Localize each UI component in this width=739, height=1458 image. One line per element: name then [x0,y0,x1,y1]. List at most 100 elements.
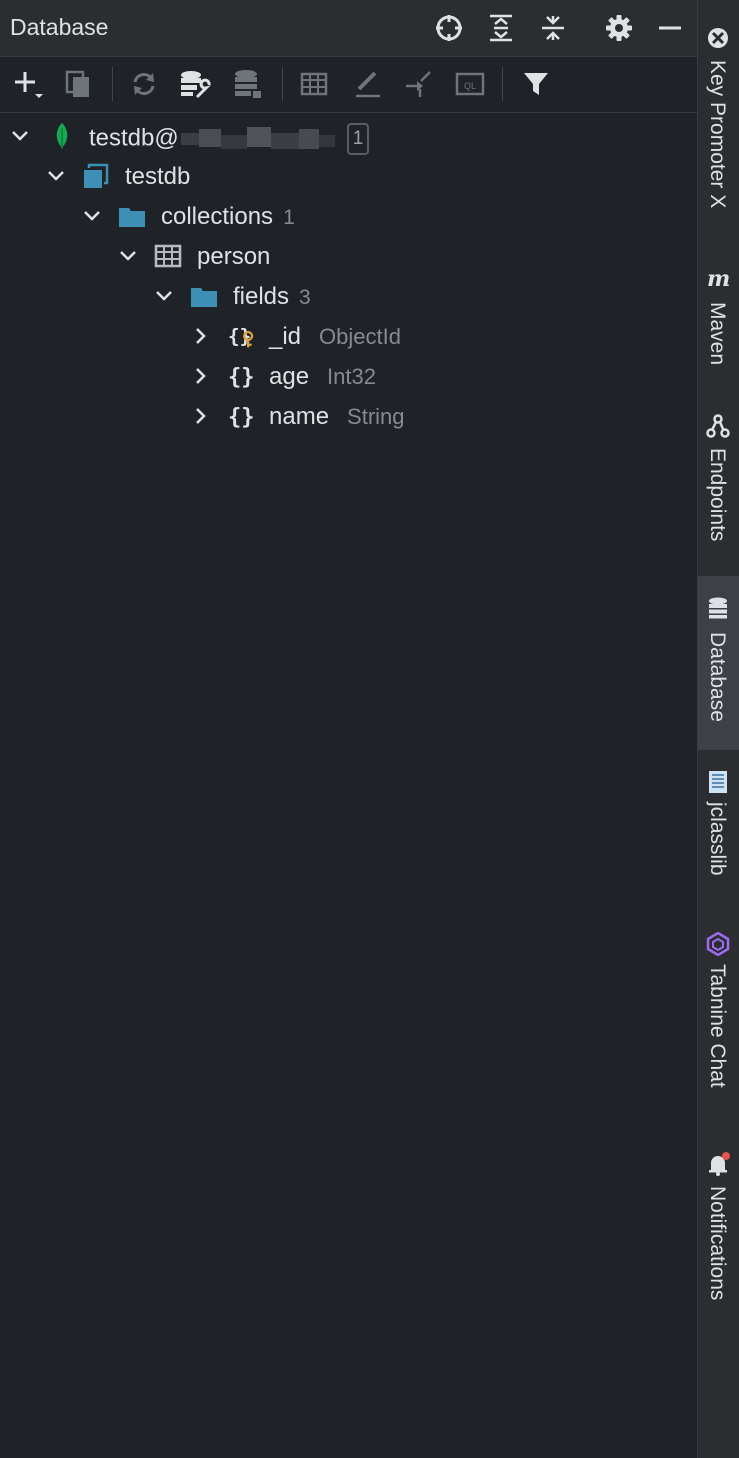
database-schema-icon [84,163,109,188]
settings-button[interactable] [602,11,636,45]
field-type: Int32 [327,364,376,389]
jump-button[interactable] [400,66,436,102]
expand-all-icon [490,14,512,42]
tab-tabnine-chat[interactable]: Tabnine Chat [698,922,739,1122]
database-label: testdb [125,163,191,190]
tab-label: Endpoints [706,448,729,542]
field-name: name [269,403,330,430]
table-button[interactable] [296,66,332,102]
locate-button[interactable] [432,11,466,45]
data-source-properties-button[interactable] [176,66,212,102]
minimize-icon [659,26,681,30]
svg-text:{}: {} [228,405,255,430]
filter-button[interactable] [518,66,554,102]
collapse-all-button[interactable] [536,11,570,45]
tab-label: Database [706,632,729,722]
tree-node-field[interactable]: {} age Int32 [0,356,697,396]
tab-label: Tabnine Chat [706,964,729,1088]
tree-node-datasource[interactable]: testdb@ 1 [0,116,697,156]
fields-label: fields [233,283,290,310]
database-icon [235,70,261,98]
filter-icon [524,73,548,95]
database-tool-window: Database QL testdb@ 1 testdb collections… [0,0,697,1458]
key-promoter-icon [708,28,728,48]
tab-notifications[interactable]: Notifications [698,1144,739,1344]
locate-icon [436,15,462,41]
tab-label: jclasslib [706,802,729,876]
tab-label: Maven [706,302,729,366]
collections-label: collections [161,203,274,230]
tree-node-collections[interactable]: collections 1 [0,196,697,236]
right-tool-strip: Key Promoter X m Maven Endpoints Databas… [698,0,739,1458]
mongodb-leaf-icon [56,123,68,149]
chevron-right-icon[interactable] [190,406,210,426]
tab-endpoints[interactable]: Endpoints [698,402,739,562]
redacted-host [180,127,335,149]
tab-maven[interactable]: m Maven [698,258,739,388]
add-button[interactable] [10,66,46,102]
table-label: person [197,243,271,270]
database-toolbar: QL [0,57,697,113]
toolbar-separator [282,67,283,101]
toolbar-separator [502,67,503,101]
chevron-down-icon[interactable] [154,286,174,306]
datasource-label: testdb@ [89,124,179,152]
gear-icon [606,15,632,41]
chevron-down-icon[interactable] [46,166,66,186]
refresh-button[interactable] [126,66,162,102]
jump-icon [406,71,431,97]
refresh-icon [133,73,155,95]
database-icon [709,597,727,619]
edit-icon [356,71,380,98]
tabnine-icon [706,932,730,956]
duplicate-button[interactable] [60,66,96,102]
svg-text:m: m [707,266,730,290]
edit-button[interactable] [350,66,386,102]
jclasslib-icon [709,771,727,793]
tree-node-database[interactable]: testdb [0,156,697,196]
datasource-count-badge: 1 [346,123,370,155]
endpoints-icon [706,414,730,438]
expand-all-button[interactable] [484,11,518,45]
fields-count: 3 [299,286,311,309]
svg-text:{}: {} [228,365,255,390]
field-braces-icon: {} [228,405,255,430]
tree-node-table[interactable]: person [0,236,697,276]
minimize-button[interactable] [653,11,687,45]
add-icon [15,72,43,98]
tab-label: Key Promoter X [706,60,729,209]
chevron-down-icon[interactable] [10,126,30,146]
tab-jclasslib[interactable]: jclasslib [698,760,739,896]
tree-node-fields[interactable]: fields 3 [0,276,697,316]
tab-database[interactable]: Database [698,576,739,750]
primary-key-field-icon: {} [228,325,254,348]
toolbar-separator [112,67,113,101]
chevron-down-icon[interactable] [82,206,102,226]
tree-node-field[interactable]: {} _id ObjectId [0,316,697,356]
field-type: ObjectId [319,324,401,349]
tab-key-promoter-x[interactable]: Key Promoter X [698,18,739,248]
duplicate-icon [65,70,89,97]
collections-count: 1 [283,206,295,229]
svg-text:QL: QL [464,81,476,91]
chevron-right-icon[interactable] [190,366,210,386]
field-name: age [269,363,310,390]
tree-node-field[interactable]: {} name String [0,396,697,436]
field-braces-icon: {} [228,365,255,390]
folder-icon [191,288,217,307]
query-console-icon: QL [455,72,485,96]
collapse-all-icon [542,16,564,40]
data-source-properties-icon [181,71,211,99]
table-icon [154,244,182,268]
field-name: _id [269,323,302,350]
field-type: String [347,404,405,429]
database-button[interactable] [230,66,266,102]
table-icon [300,72,328,96]
chevron-right-icon[interactable] [190,326,210,346]
folder-icon [119,208,145,227]
maven-icon: m [707,266,730,290]
query-console-button[interactable]: QL [452,66,488,102]
tool-window-title: Database [10,14,109,40]
chevron-down-icon[interactable] [118,246,138,266]
tool-window-header: Database [0,0,697,57]
